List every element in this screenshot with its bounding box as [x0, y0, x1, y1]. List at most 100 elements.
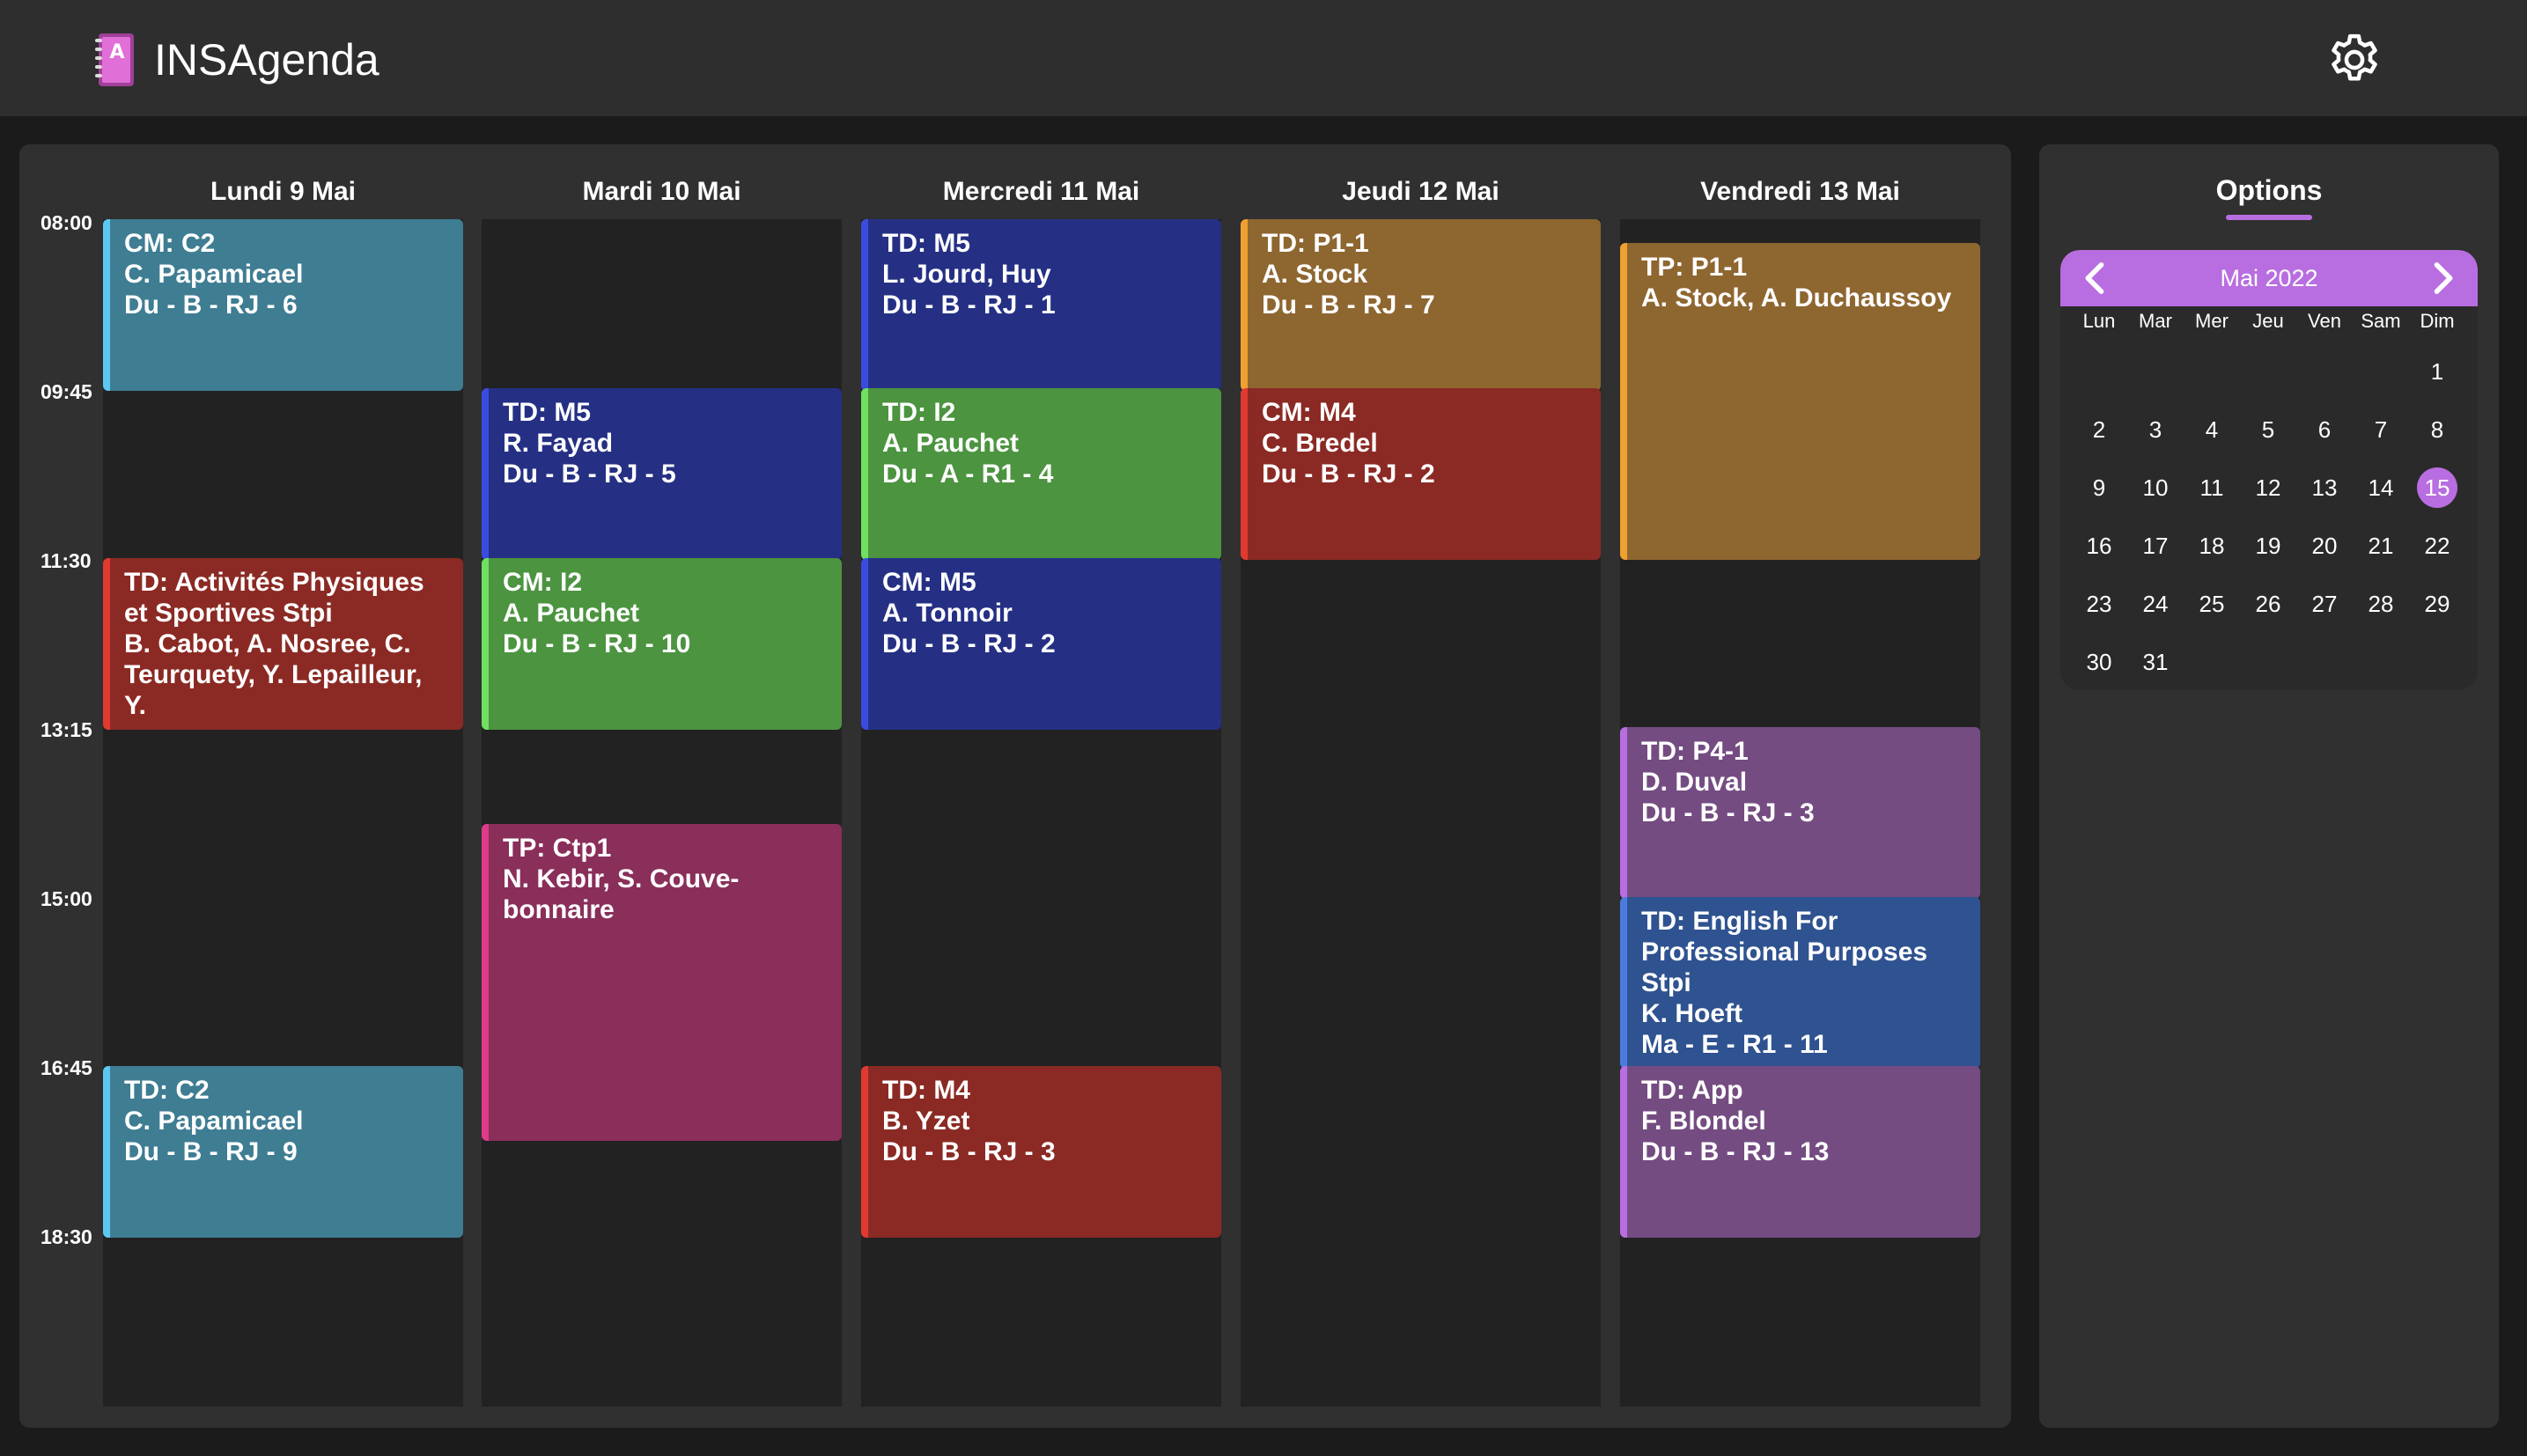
- event-detail: Du - B - RJ - 7: [1262, 290, 1435, 320]
- event-card[interactable]: TD: English For Professional Purposes St…: [1620, 896, 1980, 1069]
- mini-calendar-day[interactable]: 1: [2417, 351, 2457, 392]
- time-label: 18:30: [41, 1225, 92, 1248]
- mini-calendar-day[interactable]: 4: [2192, 409, 2232, 450]
- day-header: Mardi 10 Mai: [582, 177, 741, 206]
- day-header: Lundi 9 Mai: [210, 177, 356, 206]
- event-detail: C. Bredel: [1262, 429, 1378, 459]
- event-title: TP: P1-1: [1641, 253, 1748, 283]
- mini-calendar-day[interactable]: 11: [2192, 467, 2232, 508]
- event-card[interactable]: TD: M5 L. Jourd, Huy Du - B - RJ - 1: [861, 219, 1221, 391]
- mini-calendar-day[interactable]: 16: [2079, 526, 2119, 566]
- time-label: 13:15: [41, 718, 92, 741]
- event-detail: Du - B - RJ - 10: [503, 629, 691, 658]
- event-card[interactable]: TD: App F. Blondel Du - B - RJ - 13: [1620, 1066, 1980, 1239]
- mini-calendar-day[interactable]: 25: [2192, 584, 2232, 624]
- mini-calendar-month: Mai 2022: [2220, 265, 2318, 291]
- time-label: 11:30: [41, 549, 92, 572]
- event-detail: R. Fayad: [503, 429, 614, 459]
- event-card[interactable]: CM: I2 A. Pauchet Du - B - RJ - 10: [482, 557, 842, 730]
- event-card[interactable]: TD: I2 A. Pauchet Du - A - R1 - 4: [861, 388, 1221, 561]
- mini-calendar-day[interactable]: 2: [2079, 409, 2119, 450]
- event-detail: A. Tonnoir: [882, 598, 1013, 628]
- mini-calendar-day-selected[interactable]: 15: [2417, 467, 2457, 508]
- event-detail: Du - B - RJ - 2: [1262, 460, 1435, 489]
- time-label: 16:45: [41, 1056, 92, 1079]
- event-card[interactable]: TP: P1-1 A. Stock, A. Duchaussoy: [1620, 243, 1980, 561]
- time-label: 09:45: [41, 380, 92, 403]
- app-bar: A INSAgenda: [0, 0, 2527, 116]
- event-detail: B. Cabot, A. Nosree, C. Teurquety, Y. Le…: [124, 629, 423, 720]
- event-detail: Ma - E - R1 - 11: [1641, 1029, 1828, 1059]
- event-card[interactable]: CM: M5 A. Tonnoir Du - B - RJ - 2: [861, 557, 1221, 730]
- mini-calendar-day[interactable]: 17: [2135, 526, 2176, 566]
- mini-calendar-day[interactable]: 7: [2361, 409, 2401, 450]
- mini-calendar-day[interactable]: 26: [2248, 584, 2288, 624]
- event-detail: A. Stock: [1262, 260, 1368, 289]
- event-detail: D. Duval: [1641, 768, 1748, 798]
- mini-calendar-day[interactable]: 23: [2079, 584, 2119, 624]
- mini-calendar-day[interactable]: 21: [2361, 526, 2401, 566]
- mini-calendar-day[interactable]: 20: [2304, 526, 2345, 566]
- event-card[interactable]: CM: C2 C. Papamicael Du - B - RJ - 6: [103, 219, 463, 391]
- event-title: CM: I2: [503, 567, 582, 597]
- event-card[interactable]: TP: Ctp1 N. Kebir, S. Couve-bonnaire: [482, 824, 842, 1142]
- event-card[interactable]: TD: M4 B. Yzet Du - B - RJ - 3: [861, 1066, 1221, 1239]
- event-detail: Du - B - RJ - 6: [124, 290, 298, 320]
- event-title: CM: M5: [882, 567, 976, 597]
- event-detail: Du - B - RJ - 3: [1641, 798, 1815, 828]
- mini-calendar-day[interactable]: 27: [2304, 584, 2345, 624]
- mini-calendar-day[interactable]: 10: [2135, 467, 2176, 508]
- weekday-label: Sam: [2361, 310, 2401, 332]
- mini-calendar: Mai 2022 Lun Mar Mer Jeu Ven Sam Dim 123456789…: [2060, 250, 2478, 690]
- mini-calendar-day[interactable]: 24: [2135, 584, 2176, 624]
- event-detail: N. Kebir, S. Couve-bonnaire: [503, 864, 740, 925]
- time-label: 15:00: [41, 887, 92, 910]
- event-title: TP: Ctp1: [503, 834, 612, 864]
- event-detail: C. Papamicael: [124, 260, 304, 289]
- mini-calendar-day[interactable]: 19: [2248, 526, 2288, 566]
- mini-calendar-day[interactable]: 31: [2135, 642, 2176, 682]
- day-header: Jeudi 12 Mai: [1342, 177, 1499, 206]
- event-card[interactable]: CM: M4 C. Bredel Du - B - RJ - 2: [1241, 388, 1601, 561]
- chevron-left-icon[interactable]: [2073, 255, 2118, 301]
- time-label: 08:00: [41, 211, 92, 234]
- event-title: CM: C2: [124, 229, 216, 258]
- gear-icon[interactable]: [2324, 30, 2384, 90]
- event-detail: A. Stock, A. Duchaussoy: [1641, 283, 1952, 313]
- mini-calendar-day[interactable]: 6: [2304, 409, 2345, 450]
- mini-calendar-day[interactable]: 12: [2248, 467, 2288, 508]
- chevron-right-icon[interactable]: [2420, 255, 2465, 301]
- event-detail: Du - A - R1 - 4: [882, 460, 1054, 489]
- app-title: INSAgenda: [154, 35, 379, 85]
- mini-calendar-day[interactable]: 22: [2417, 526, 2457, 566]
- mini-calendar-day[interactable]: 30: [2079, 642, 2119, 682]
- event-card[interactable]: TD: M5 R. Fayad Du - B - RJ - 5: [482, 388, 842, 561]
- event-card[interactable]: TD: P1-1 A. Stock Du - B - RJ - 7: [1241, 219, 1601, 391]
- tab-options-indicator: [2226, 215, 2312, 220]
- event-detail: A. Pauchet: [882, 429, 1020, 459]
- event-title: TD: M4: [882, 1076, 970, 1106]
- mini-calendar-day[interactable]: 3: [2135, 409, 2176, 450]
- weekday-label: Dim: [2420, 310, 2455, 332]
- event-detail: L. Jourd, Huy: [882, 260, 1051, 289]
- mini-calendar-day[interactable]: 9: [2079, 467, 2119, 508]
- mini-calendar-day[interactable]: 5: [2248, 409, 2288, 450]
- weekday-label: Jeu: [2252, 310, 2284, 332]
- tab-options[interactable]: Options: [2039, 174, 2499, 207]
- agenda-notebook-icon: A: [95, 33, 134, 86]
- event-detail: Du - B - RJ - 3: [882, 1137, 1056, 1167]
- mini-calendar-day[interactable]: 18: [2192, 526, 2232, 566]
- mini-calendar-day[interactable]: 13: [2304, 467, 2345, 508]
- mini-calendar-day[interactable]: 29: [2417, 584, 2457, 624]
- weekday-label: Ven: [2308, 310, 2341, 332]
- mini-calendar-day[interactable]: 14: [2361, 467, 2401, 508]
- mini-calendar-day[interactable]: 8: [2417, 409, 2457, 450]
- event-card[interactable]: TD: Activités Physiques et Sportives Stp…: [103, 557, 463, 730]
- event-title: TD: P1-1: [1262, 229, 1369, 258]
- event-card[interactable]: TD: C2 C. Papamicael Du - B - RJ - 9: [103, 1066, 463, 1239]
- event-detail: B. Yzet: [882, 1107, 970, 1136]
- event-detail: F. Blondel: [1641, 1107, 1766, 1136]
- event-detail: Du - B - RJ - 1: [882, 290, 1056, 320]
- event-card[interactable]: TD: P4-1 D. Duval Du - B - RJ - 3: [1620, 727, 1980, 900]
- mini-calendar-day[interactable]: 28: [2361, 584, 2401, 624]
